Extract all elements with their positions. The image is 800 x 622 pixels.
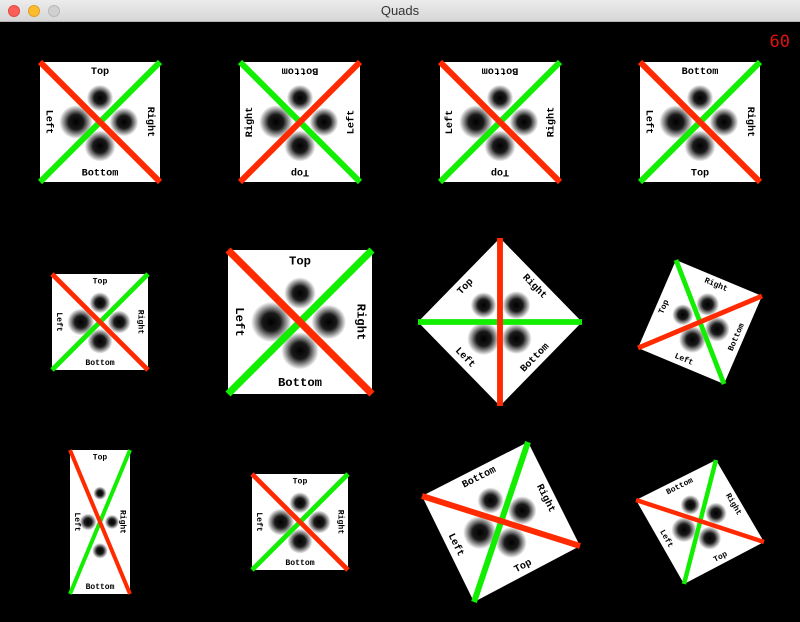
quad-label-left: Left (54, 312, 64, 332)
quad-label-left: Left (642, 110, 654, 134)
quad-label-top: Top (293, 478, 308, 487)
quad-label-right: Right (354, 304, 368, 341)
blob-mark (697, 526, 722, 550)
quad-7: Top RightBottomLeft (418, 238, 582, 406)
quad-5: Top Right Bottom Left (50, 272, 150, 372)
quad-label-top: Top (289, 254, 311, 268)
blob-mark (507, 496, 537, 525)
quad-9: Top Right Bottom Left (68, 449, 132, 595)
quad-label-top: Top (691, 169, 709, 180)
quad-11: TopRightBottomLeft (421, 441, 581, 603)
quad-label-left: Left (42, 110, 54, 134)
quad-label-bottom: Bottom (285, 559, 314, 568)
quad-label-top: Top (91, 67, 109, 78)
blob-mark (477, 487, 504, 514)
title-bar: Quads (0, 0, 800, 22)
quad-6: Top Right Bottom Left (225, 247, 375, 397)
blob-mark (79, 513, 97, 531)
quad-label-bottom: Bottom (86, 583, 115, 592)
blob-mark (89, 292, 111, 314)
blob-mark (467, 322, 501, 356)
quad-8: TopRightBottomLeft (637, 259, 763, 385)
blob-mark (289, 492, 311, 514)
quad-10: Top Right Bottom Left (250, 472, 350, 572)
blob-mark (86, 84, 114, 112)
quad-label-bottom: Bottom (82, 169, 119, 180)
quad-label-top: Top (491, 166, 509, 177)
quad-1: Top Right Bottom Left (37, 59, 163, 185)
blob-mark (286, 84, 314, 112)
blob-mark (672, 304, 694, 326)
quad-label-top: Top (93, 453, 108, 462)
blob-mark (104, 514, 120, 530)
quad-label-left: Left (72, 512, 81, 531)
blob-mark (705, 502, 727, 525)
quad-label-right: Right (546, 107, 558, 138)
quad-label-bottom: Bottom (278, 376, 322, 390)
quad-label-left: Left (254, 512, 264, 532)
blob-mark (93, 486, 107, 500)
quad-label-bottom: Bottom (682, 67, 719, 78)
quad-label-left: Left (346, 110, 358, 134)
quad-label-right: Right (244, 107, 256, 138)
quad-label-bottom: Bottom (85, 359, 114, 368)
quad-label-left: Left (444, 110, 456, 134)
blob-mark (501, 323, 532, 355)
quad-label-left: Left (232, 307, 246, 336)
window-title: Quads (380, 3, 420, 18)
blob-mark (284, 277, 316, 310)
fps-counter: 60 (769, 32, 790, 52)
quad-4: Top Right Bottom Left (637, 59, 763, 185)
quad-label-bottom: Bottom (482, 64, 519, 75)
quad-label-top: Top (291, 166, 309, 177)
blob-mark (486, 84, 514, 112)
quad-label-bottom: Bottom (282, 64, 319, 75)
blob-mark (696, 292, 720, 316)
blob-mark (502, 291, 531, 320)
blob-mark (92, 543, 108, 559)
render-canvas[interactable]: Top Right Bottom Left Top Right Bottom Left Top R… (0, 22, 800, 622)
quad-2: Top Right Bottom Left (237, 59, 363, 185)
quad-label-right: Right (118, 510, 127, 534)
quad-3: Top Right Bottom Left (437, 59, 563, 185)
blob-mark (680, 495, 701, 515)
blob-mark (686, 84, 714, 112)
quad-label-right: Right (335, 510, 345, 535)
quad-label-right: Right (744, 107, 756, 138)
quad-label-top: Top (93, 278, 108, 287)
quad-label-right: Right (135, 310, 145, 335)
quads-scene: Top Right Bottom Left Top Right Bottom Left Top R… (37, 59, 765, 603)
blob-mark (470, 292, 497, 319)
quad-12: TopRightBottomLeft (635, 459, 765, 585)
quad-label-right: Right (144, 107, 156, 138)
